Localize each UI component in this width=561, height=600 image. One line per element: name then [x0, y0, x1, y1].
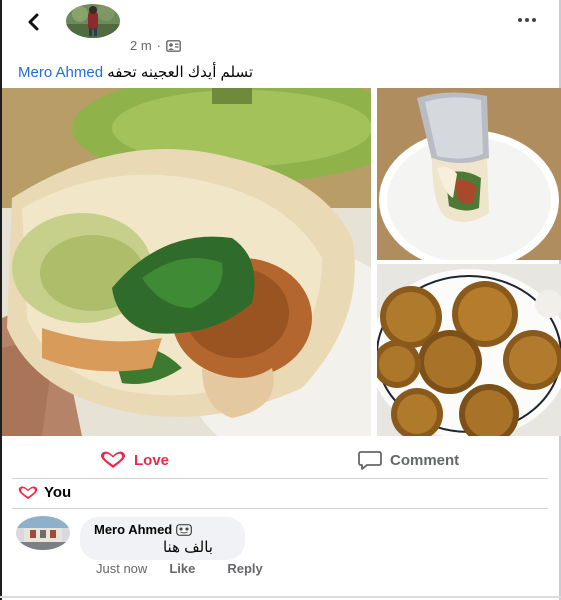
more-horizontal-icon [518, 18, 522, 22]
comment-label: Comment [390, 451, 460, 469]
comment-bubble: Mero Ahmed بالف هنا [80, 517, 245, 560]
reactions-label: You [44, 484, 72, 501]
photo-grid [0, 88, 561, 436]
post-timestamp[interactable]: 2 m [130, 38, 152, 53]
more-options-button[interactable] [513, 10, 541, 30]
love-label: Love [134, 451, 170, 469]
caption-mention[interactable]: Mero Ahmed [18, 64, 103, 81]
comment-text: بالف هنا [162, 539, 213, 556]
reactions-summary[interactable]: You [18, 484, 71, 501]
comment-like-button[interactable]: Like [169, 561, 195, 576]
comment-icon [358, 451, 382, 470]
comment-footer: Just now Like Reply [96, 561, 295, 576]
actions-divider [12, 478, 548, 479]
comment-author-name: Mero Ahmed [94, 522, 173, 537]
chevron-left-icon [28, 13, 39, 31]
comment-reply-button[interactable]: Reply [227, 561, 262, 576]
photo-wrap-on-plate[interactable] [377, 88, 561, 260]
reactions-divider [12, 508, 548, 509]
comment-time: Just now [96, 561, 148, 576]
author-avatar[interactable] [66, 4, 120, 38]
heart-icon [18, 486, 38, 499]
photo-falafel-balls[interactable] [377, 264, 561, 436]
post-header: 2 m · [0, 0, 561, 62]
comment-author[interactable]: Mero Ahmed [94, 522, 231, 537]
comment-button[interactable]: Comment [358, 444, 459, 476]
more-dot [532, 18, 536, 22]
comment-author-avatar[interactable] [16, 516, 70, 550]
post-caption: Mero Ahmed تسلم أيدك العجينه تحفه [18, 64, 253, 82]
back-button[interactable] [20, 8, 48, 36]
emoji-badge-icon [176, 523, 193, 536]
more-dot [525, 18, 529, 22]
post-meta: 2 m · [130, 38, 181, 53]
heart-icon [101, 451, 125, 468]
friends-audience-icon[interactable] [166, 39, 181, 52]
post-actions: Love Comment [0, 444, 561, 476]
caption-message: تسلم أيدك العجينه تحفه [107, 64, 254, 81]
photo-falafel-wrap-closeup[interactable] [2, 88, 371, 436]
meta-separator: · [156, 38, 162, 53]
bottom-divider [0, 596, 561, 598]
love-button[interactable]: Love [100, 444, 169, 476]
